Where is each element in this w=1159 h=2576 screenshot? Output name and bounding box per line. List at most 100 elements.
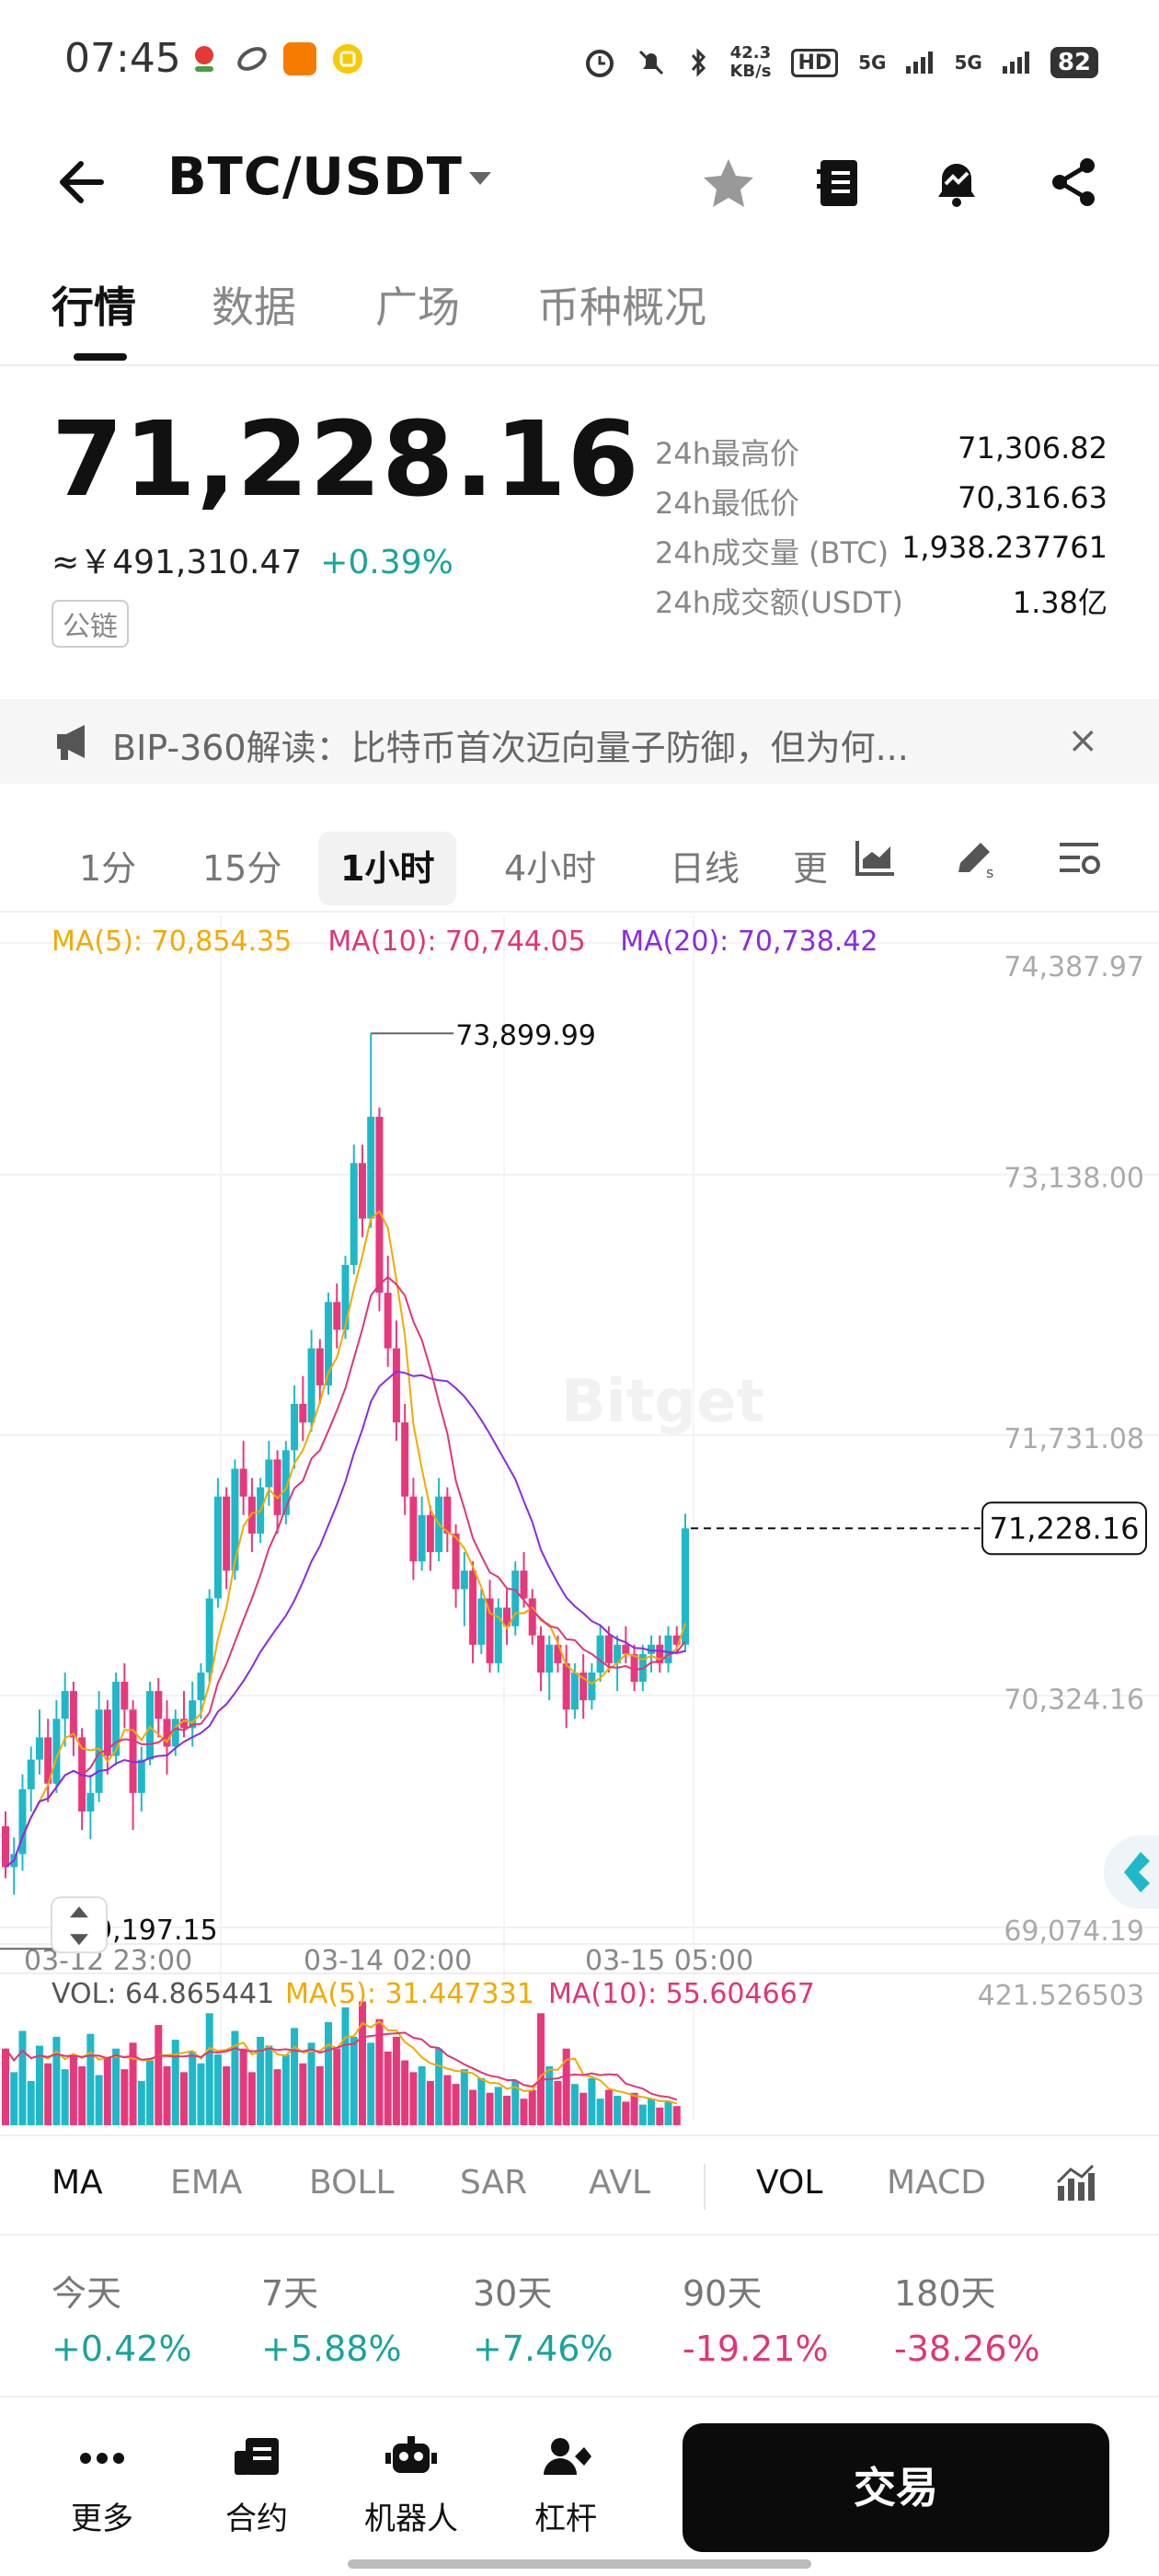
volume-bar: [86, 2033, 95, 2125]
nav-label: 合约: [225, 2501, 288, 2537]
volume-bar: [570, 2084, 579, 2125]
candle-body: [299, 1403, 307, 1423]
volume-bar: [358, 2001, 366, 2125]
candle-body: [129, 1709, 137, 1793]
indicator-sar[interactable]: SAR: [460, 2164, 527, 2202]
perf-period: 180天: [894, 2273, 996, 2314]
indicator-vol[interactable]: VOL: [756, 2164, 822, 2202]
nav-margin[interactable]: 杠杆: [506, 2434, 625, 2538]
trade-button[interactable]: 交易: [683, 2423, 1109, 2552]
interval-1m[interactable]: 1分: [57, 832, 158, 905]
share-button[interactable]: [1049, 156, 1098, 212]
volume-bar: [333, 2048, 341, 2125]
nav-label: 更多: [71, 2501, 133, 2537]
market-alert-button[interactable]: [931, 156, 982, 213]
nav-label: 杠杆: [534, 2501, 597, 2537]
home-indicator[interactable]: [348, 2559, 811, 2569]
hd-badge: HD: [791, 48, 839, 77]
candle-body: [401, 1422, 409, 1497]
volume-bar: [27, 2080, 35, 2125]
candle-body: [333, 1302, 341, 1330]
signal-5g-1: 5G: [858, 52, 887, 74]
signal-bars-icon: [906, 52, 934, 74]
interval-more[interactable]: 更: [786, 832, 826, 905]
volume-bar: [146, 2060, 155, 2125]
indicator-settings-button[interactable]: [1054, 2162, 1095, 2208]
candle-body: [307, 1348, 316, 1423]
volume-bar: [596, 2099, 604, 2125]
candle-body: [27, 1759, 35, 1789]
announcement-text[interactable]: BIP-360解读：比特币首次迈向量子防御，但为何...: [112, 719, 909, 770]
indicator-boll[interactable]: BOLL: [309, 2164, 395, 2202]
volume-bar: [460, 2069, 468, 2125]
back-button[interactable]: [55, 156, 110, 212]
chart-settings-button[interactable]: [1056, 837, 1102, 881]
chart-type-button[interactable]: [854, 837, 896, 881]
indicator-tabs: MA EMA BOLL SAR AVL VOL MACD: [0, 2134, 1159, 2236]
candle-body: [409, 1496, 418, 1562]
nav-contract[interactable]: 合约: [197, 2434, 316, 2538]
volume-bar: [638, 2104, 647, 2125]
announcement-bar[interactable]: BIP-360解读：比特币首次迈向量子防御，但为何... ×: [0, 699, 1159, 784]
interval-1d[interactable]: 日线: [648, 832, 762, 905]
active-tab-indicator: [74, 353, 127, 361]
interval-1h[interactable]: 1小时: [318, 832, 457, 905]
category-tag[interactable]: 公链: [52, 600, 129, 648]
indicator-macd[interactable]: MACD: [887, 2164, 986, 2202]
volume-bar: [291, 2028, 299, 2125]
indicator-avl[interactable]: AVL: [589, 2164, 650, 2202]
candle-body: [570, 1672, 579, 1710]
tab-coin-overview[interactable]: 币种概况: [537, 274, 706, 335]
time-tick-label: 03-15 05:00: [585, 1945, 753, 1977]
favorite-button[interactable]: [701, 156, 756, 213]
volume-bar: [247, 2072, 256, 2125]
megaphone-icon: [57, 725, 85, 760]
alert-bell-icon: [938, 164, 975, 207]
volume-bar: [95, 2075, 103, 2125]
indicator-ema[interactable]: EMA: [170, 2164, 242, 2202]
volume-bar: [299, 2063, 307, 2125]
caret-down-icon: [469, 172, 491, 185]
candle-body: [536, 1635, 545, 1673]
volume-bar: [112, 2048, 120, 2125]
arrow-left-icon: [60, 161, 104, 203]
perf-period: 90天: [683, 2273, 763, 2314]
close-announcement-button[interactable]: ×: [1067, 719, 1098, 762]
volume-bar: [341, 2007, 350, 2125]
pair-dropdown-caret[interactable]: [467, 169, 493, 191]
interval-4h[interactable]: 4小时: [482, 832, 618, 905]
candle-body: [197, 1672, 205, 1701]
trading-pair-selector[interactable]: BTC/USDT: [167, 147, 463, 207]
shop-app-icon: [283, 42, 316, 75]
drawing-tools-button[interactable]: s: [953, 837, 999, 883]
tab-market[interactable]: 行情: [52, 274, 136, 335]
tab-square[interactable]: 广场: [375, 274, 460, 335]
volume-bar: [307, 2042, 316, 2125]
indicator-ma[interactable]: MA: [52, 2164, 103, 2202]
interval-selector: 1分 15分 1小时 4小时 日线 更 s: [0, 811, 1159, 913]
candle-body: [223, 1496, 231, 1571]
stat-label: 24h最高价: [655, 436, 800, 471]
tab-data[interactable]: 数据: [212, 274, 296, 335]
vol-label: VOL: 64.865441: [52, 1978, 274, 2010]
volume-bar: [120, 2069, 129, 2125]
nav-robot[interactable]: 机器人: [351, 2434, 471, 2538]
volume-bar: [61, 2069, 69, 2125]
candle-body: [426, 1514, 434, 1553]
volume-bar: [265, 2045, 273, 2125]
candle-body: [367, 1116, 375, 1219]
notes-button[interactable]: [815, 156, 861, 213]
alarm-icon: [586, 50, 614, 77]
interval-15m[interactable]: 15分: [180, 832, 304, 905]
candlestick-chart[interactable]: Bitget 74,387.97 73,138.00 71,731.08 70,324…: [0, 915, 1159, 2134]
status-indicators: 42.3 KB/s HD 5G 5G 82: [584, 37, 1098, 88]
candle-body: [2, 1826, 9, 1868]
nav-more[interactable]: 更多: [42, 2434, 162, 2538]
chart-watermark: Bitget: [561, 1368, 764, 1436]
volume-bar: [648, 2099, 656, 2125]
candle-body: [358, 1163, 366, 1219]
volume-bar: [664, 2101, 672, 2125]
time-tick-label: 03-12 23:00: [24, 1945, 192, 1977]
candle-body: [528, 1598, 536, 1636]
candle-body: [341, 1264, 350, 1330]
